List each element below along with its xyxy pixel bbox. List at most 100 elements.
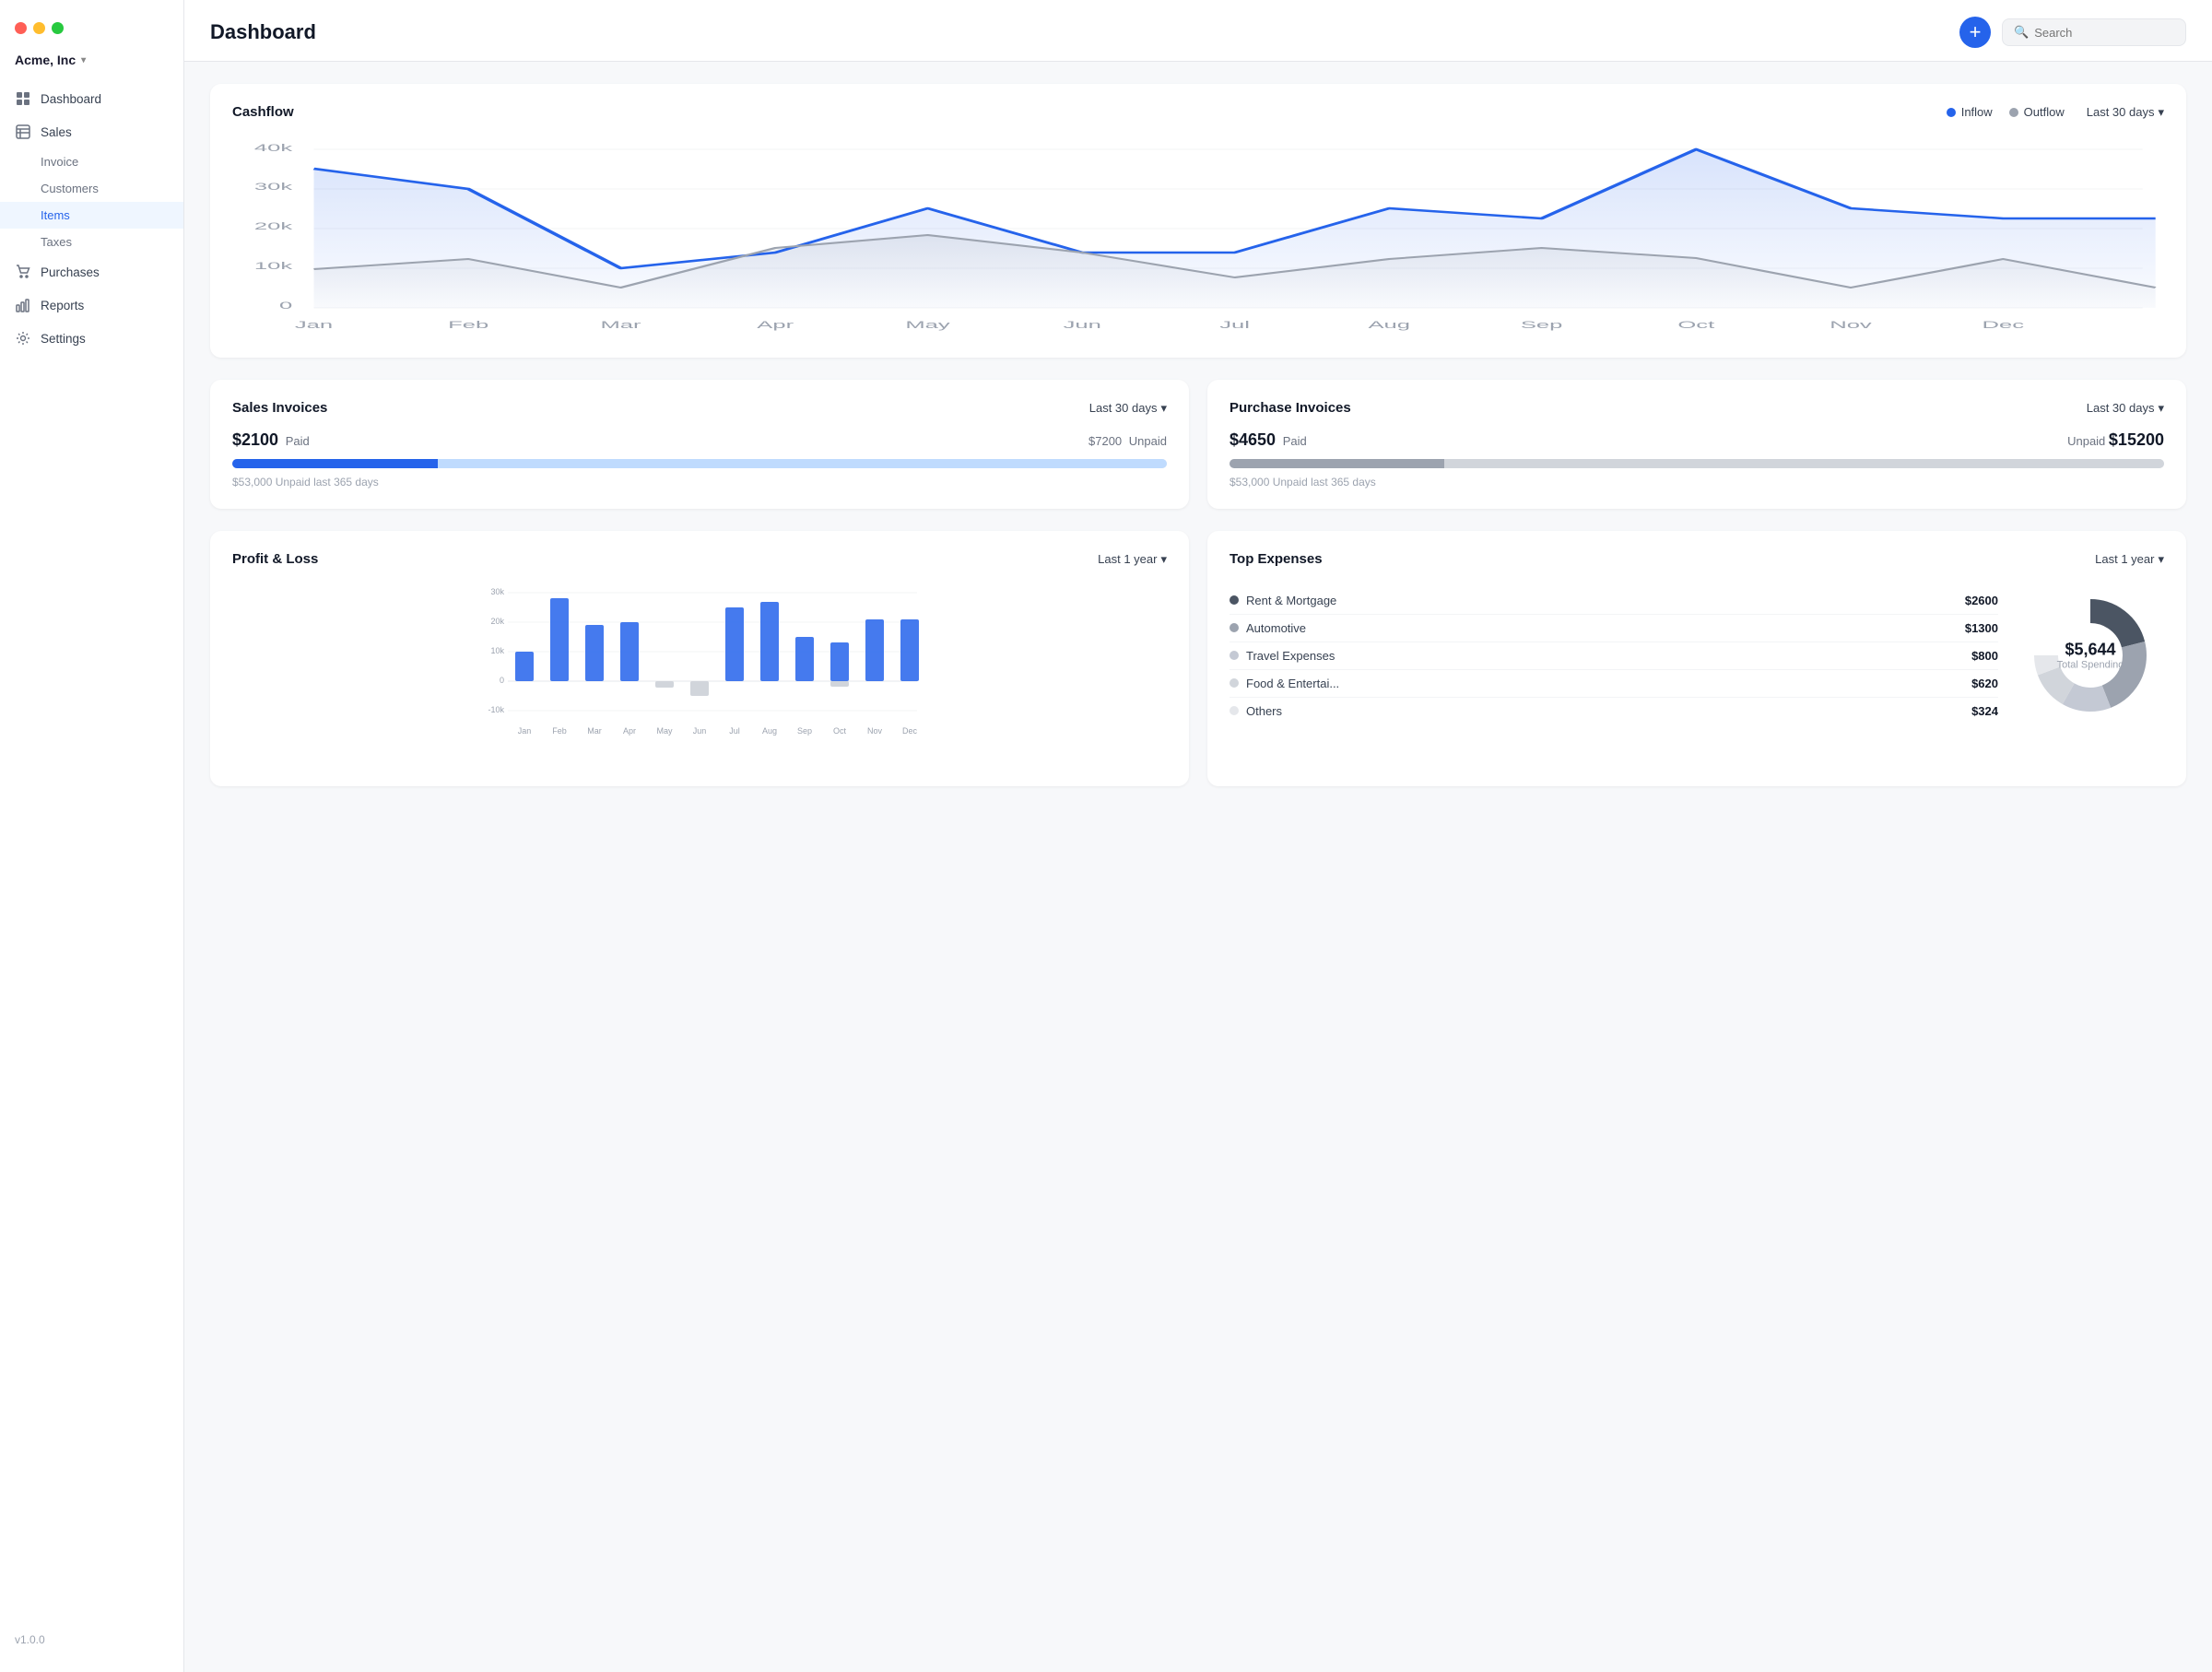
cashflow-header: Cashflow Inflow Outflow Last 30 days xyxy=(232,104,2164,120)
svg-text:Apr: Apr xyxy=(623,726,636,736)
chevron-down-icon: ▾ xyxy=(1160,401,1167,416)
profit-loss-card: Profit & Loss Last 1 year ▾ 30k 20k 10k … xyxy=(210,531,1189,786)
expense-dot xyxy=(1230,706,1239,715)
paid-section: $2100 Paid xyxy=(232,430,310,450)
gear-icon xyxy=(15,330,31,347)
expense-name: Others xyxy=(1246,704,1964,718)
svg-text:Jan: Jan xyxy=(518,726,532,736)
svg-text:Jul: Jul xyxy=(1219,320,1250,331)
svg-text:30k: 30k xyxy=(490,587,504,596)
sidebar-item-invoice[interactable]: Invoice xyxy=(0,148,183,175)
search-box: 🔍 xyxy=(2002,18,2186,46)
chevron-down-icon: ▾ xyxy=(2158,401,2164,416)
unpaid-section: $7200 Unpaid xyxy=(1088,434,1167,448)
expense-name: Food & Entertai... xyxy=(1246,677,1964,690)
sales-invoices-card: Sales Invoices Last 30 days ▾ $2100 Paid… xyxy=(210,380,1189,509)
purchase-unpaid-amount: $15200 xyxy=(2109,430,2164,449)
add-button[interactable]: + xyxy=(1959,17,1991,48)
svg-text:Feb: Feb xyxy=(448,320,488,331)
svg-text:May: May xyxy=(656,726,673,736)
svg-text:Sep: Sep xyxy=(797,726,812,736)
sidebar-item-sales[interactable]: Sales xyxy=(0,115,183,148)
company-name: Acme, Inc xyxy=(15,53,76,67)
inflow-dot xyxy=(1947,108,1956,117)
invoices-row: Sales Invoices Last 30 days ▾ $2100 Paid… xyxy=(210,380,2186,509)
expense-amount: $620 xyxy=(1971,677,1998,690)
profit-loss-title: Profit & Loss xyxy=(232,551,318,567)
donut-total: $5,644 xyxy=(2057,641,2124,660)
purchase-unpaid-note: $53,000 Unpaid last 365 days xyxy=(1230,476,2164,489)
outflow-label: Outflow xyxy=(2024,105,2065,119)
cashflow-chart: 40k 30k 20k 10k 0 xyxy=(232,135,2164,337)
cashflow-card: Cashflow Inflow Outflow Last 30 days xyxy=(210,84,2186,358)
sidebar-item-customers[interactable]: Customers xyxy=(0,175,183,202)
top-expenses-period[interactable]: Last 1 year ▾ xyxy=(2095,552,2164,567)
maximize-traffic-light[interactable] xyxy=(52,22,64,34)
chevron-down-icon: ▾ xyxy=(2158,552,2164,567)
svg-text:Oct: Oct xyxy=(1677,320,1715,331)
svg-text:Mar: Mar xyxy=(587,726,602,736)
svg-text:Jan: Jan xyxy=(295,320,333,331)
paid-amount: $2100 xyxy=(232,430,278,449)
purchase-invoices-title: Purchase Invoices xyxy=(1230,400,1351,416)
expense-name: Automotive xyxy=(1246,621,1958,635)
svg-text:-10k: -10k xyxy=(488,705,504,714)
search-input[interactable] xyxy=(2034,26,2174,40)
expense-name: Travel Expenses xyxy=(1246,649,1964,663)
sidebar-item-dashboard[interactable]: Dashboard xyxy=(0,82,183,115)
donut-chart: $5,644 Total Spending xyxy=(2017,582,2164,729)
settings-label: Settings xyxy=(41,332,86,346)
search-icon: 🔍 xyxy=(2014,25,2029,40)
main-content: Dashboard + 🔍 Cashflow Inflow xyxy=(184,0,2212,1672)
profit-loss-chart: 30k 20k 10k 0 -10k xyxy=(232,582,1167,766)
company-selector[interactable]: Acme, Inc ▾ xyxy=(0,49,183,82)
sidebar-item-taxes[interactable]: Taxes xyxy=(0,229,183,255)
inflow-legend: Inflow xyxy=(1947,105,1993,119)
close-traffic-light[interactable] xyxy=(15,22,27,34)
svg-text:30k: 30k xyxy=(254,182,292,193)
expense-item-travel: Travel Expenses $800 xyxy=(1230,642,1998,670)
purchase-invoices-card: Purchase Invoices Last 30 days ▾ $4650 P… xyxy=(1207,380,2186,509)
sidebar-item-reports[interactable]: Reports xyxy=(0,288,183,322)
outflow-legend: Outflow xyxy=(2009,105,2065,119)
sidebar-nav: Dashboard Sales Invoice Customers Items … xyxy=(0,82,183,1622)
purchase-invoices-period[interactable]: Last 30 days ▾ xyxy=(2087,401,2164,416)
expense-item-auto: Automotive $1300 xyxy=(1230,615,1998,642)
expense-item-others: Others $324 xyxy=(1230,698,1998,724)
sales-label: Sales xyxy=(41,125,72,139)
sidebar-item-purchases[interactable]: Purchases xyxy=(0,255,183,288)
purchases-label: Purchases xyxy=(41,265,100,279)
expenses-layout: Rent & Mortgage $2600 Automotive $1300 T… xyxy=(1230,582,2164,729)
sales-invoices-header: Sales Invoices Last 30 days ▾ xyxy=(232,400,1167,416)
profit-loss-header: Profit & Loss Last 1 year ▾ xyxy=(232,551,1167,567)
svg-text:Dec: Dec xyxy=(1983,320,2025,331)
svg-text:Feb: Feb xyxy=(552,726,567,736)
svg-text:Sep: Sep xyxy=(1521,320,1563,331)
svg-text:May: May xyxy=(905,320,950,331)
tag-icon xyxy=(15,124,31,140)
chart-icon xyxy=(15,297,31,313)
purchase-paid-label: Paid xyxy=(1283,434,1307,448)
svg-text:Jun: Jun xyxy=(1064,320,1101,331)
cashflow-legend: Inflow Outflow xyxy=(1947,105,2065,119)
reports-label: Reports xyxy=(41,299,84,312)
cashflow-period[interactable]: Last 30 days ▾ xyxy=(2087,105,2164,120)
svg-text:20k: 20k xyxy=(254,221,292,232)
header-actions: + 🔍 xyxy=(1959,17,2186,48)
profit-loss-period[interactable]: Last 1 year ▾ xyxy=(1098,552,1167,567)
purchase-unpaid-section: Unpaid $15200 xyxy=(2064,430,2164,450)
sidebar-item-settings[interactable]: Settings xyxy=(0,322,183,355)
sales-invoices-period[interactable]: Last 30 days ▾ xyxy=(1089,401,1167,416)
svg-text:Oct: Oct xyxy=(833,726,847,736)
svg-text:Aug: Aug xyxy=(762,726,777,736)
svg-text:Nov: Nov xyxy=(867,726,883,736)
minimize-traffic-light[interactable] xyxy=(33,22,45,34)
purchase-invoice-amounts: $4650 Paid Unpaid $15200 xyxy=(1230,430,2164,450)
grid-icon xyxy=(15,90,31,107)
sidebar-item-items[interactable]: Items xyxy=(0,202,183,229)
bottom-row: Profit & Loss Last 1 year ▾ 30k 20k 10k … xyxy=(210,531,2186,786)
expense-amount: $324 xyxy=(1971,704,1998,718)
purchase-paid-section: $4650 Paid xyxy=(1230,430,1307,450)
chevron-down-icon: ▾ xyxy=(1160,552,1167,567)
page-title: Dashboard xyxy=(210,20,316,44)
